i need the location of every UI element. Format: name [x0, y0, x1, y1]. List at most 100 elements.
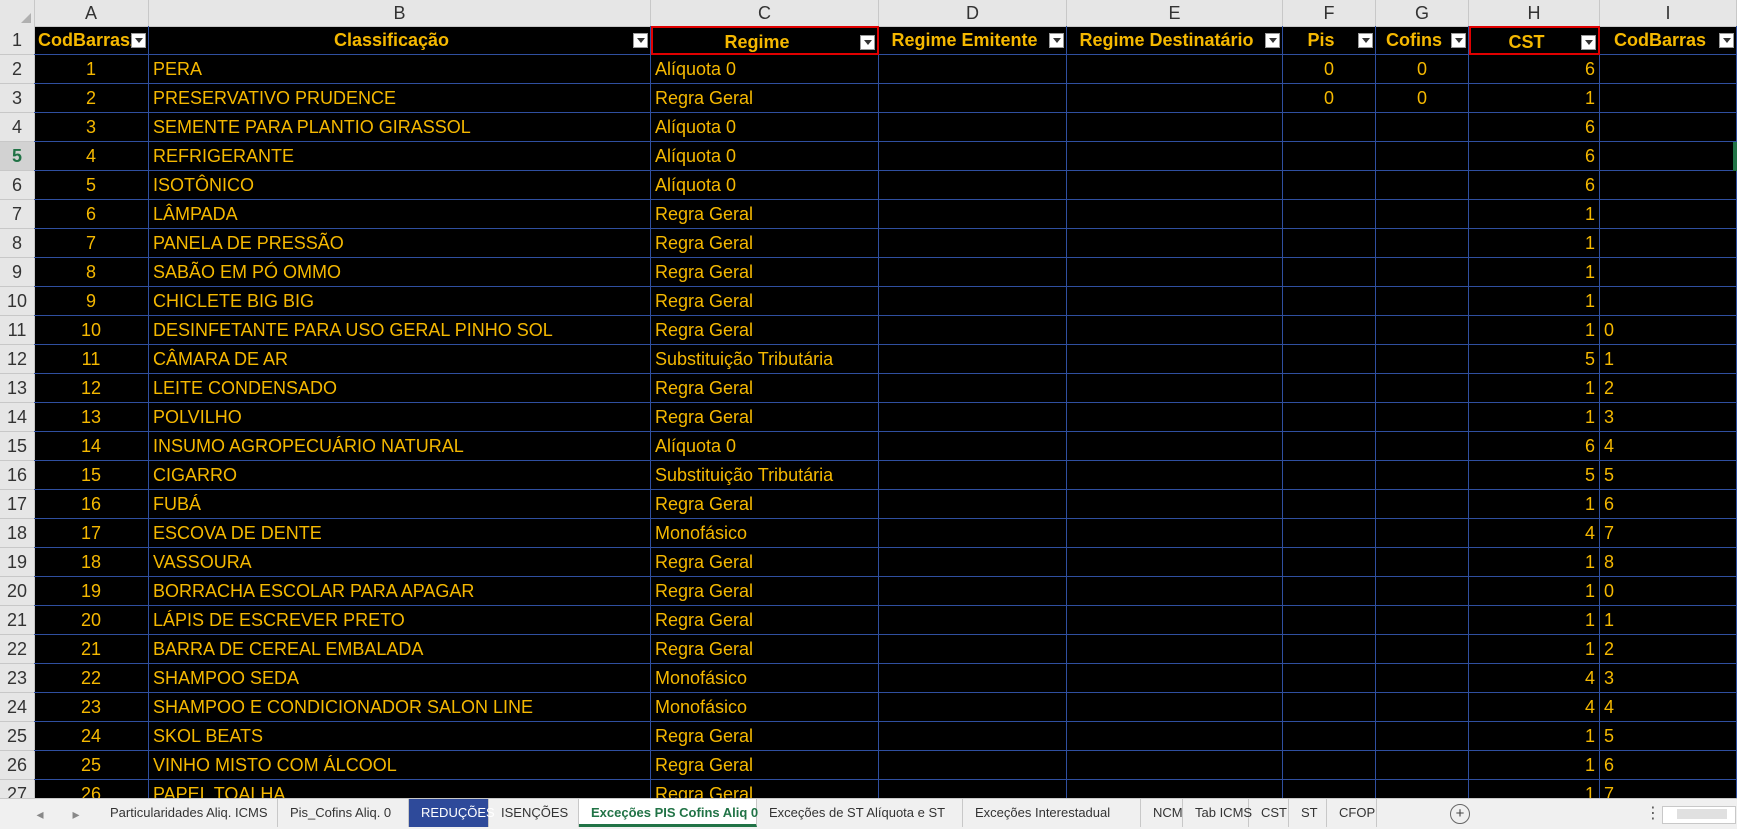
cell[interactable]	[1283, 693, 1376, 722]
cell[interactable]: 1	[1469, 751, 1600, 780]
cell[interactable]: 13	[34, 403, 149, 432]
cell[interactable]: 1	[1469, 258, 1600, 287]
cell[interactable]	[1376, 113, 1469, 142]
cell[interactable]: 12	[34, 374, 149, 403]
cell[interactable]: 4	[1600, 693, 1737, 722]
cell[interactable]	[1067, 258, 1283, 287]
cell[interactable]	[1376, 287, 1469, 316]
filter-dropdown-icon[interactable]	[1719, 33, 1734, 48]
cell[interactable]	[1067, 548, 1283, 577]
cell[interactable]: REFRIGERANTE	[149, 142, 651, 171]
cell[interactable]: Regra Geral	[651, 316, 879, 345]
cell[interactable]	[1376, 229, 1469, 258]
cell[interactable]: 6	[1469, 113, 1600, 142]
cell[interactable]	[1283, 229, 1376, 258]
filter-dropdown-icon[interactable]	[860, 35, 875, 50]
cell[interactable]	[1067, 606, 1283, 635]
cell[interactable]: Regra Geral	[651, 200, 879, 229]
cell[interactable]: 1	[1600, 606, 1737, 635]
cell[interactable]: ISOTÔNICO	[149, 171, 651, 200]
row-header-3[interactable]: 3	[0, 84, 34, 113]
row-header-7[interactable]: 7	[0, 200, 34, 229]
cell[interactable]: 25	[34, 751, 149, 780]
cell[interactable]: 24	[34, 722, 149, 751]
header-cell-f[interactable]: Pis	[1283, 26, 1376, 55]
cell[interactable]	[879, 461, 1067, 490]
cell[interactable]: CIGARRO	[149, 461, 651, 490]
cell[interactable]	[879, 229, 1067, 258]
cell[interactable]	[1283, 374, 1376, 403]
cell[interactable]	[879, 548, 1067, 577]
cell[interactable]: Substituição Tributária	[651, 345, 879, 374]
row-header-9[interactable]: 9	[0, 258, 34, 287]
cell[interactable]: 23	[34, 693, 149, 722]
row-header-4[interactable]: 4	[0, 113, 34, 142]
cell[interactable]: 11	[34, 345, 149, 374]
cell[interactable]: 4	[1600, 432, 1737, 461]
sheet-tab[interactable]: Pis_Cofins Aliq. 0	[278, 799, 409, 827]
cell[interactable]	[1376, 606, 1469, 635]
cell[interactable]: SEMENTE PARA PLANTIO GIRASSOL	[149, 113, 651, 142]
cell[interactable]: 6	[1469, 142, 1600, 171]
cell[interactable]	[879, 664, 1067, 693]
cell[interactable]	[1376, 316, 1469, 345]
cell[interactable]	[879, 113, 1067, 142]
cell[interactable]: SHAMPOO SEDA	[149, 664, 651, 693]
row-header-20[interactable]: 20	[0, 577, 34, 606]
header-cell-a[interactable]: CodBarras2	[34, 26, 149, 55]
triangle-right-icon[interactable]: ▸	[64, 799, 88, 829]
cell[interactable]: BORRACHA ESCOLAR PARA APAGAR	[149, 577, 651, 606]
cell[interactable]: Regra Geral	[651, 258, 879, 287]
cell[interactable]	[879, 345, 1067, 374]
cell[interactable]: 7	[1600, 519, 1737, 548]
header-cell-e[interactable]: Regime Destinatário	[1067, 26, 1283, 55]
cell[interactable]: 5	[1469, 345, 1600, 374]
cell[interactable]: 1	[34, 55, 149, 84]
cell[interactable]	[879, 171, 1067, 200]
cell[interactable]: 6	[1469, 55, 1600, 84]
filter-dropdown-icon[interactable]	[1581, 35, 1596, 50]
cell[interactable]: 7	[34, 229, 149, 258]
cell[interactable]: Regra Geral	[651, 548, 879, 577]
cell[interactable]: 1	[1469, 722, 1600, 751]
cell[interactable]	[1067, 55, 1283, 84]
cell[interactable]	[1283, 258, 1376, 287]
row-header-22[interactable]: 22	[0, 635, 34, 664]
sheet-tab[interactable]: Exceções Interestadual	[963, 799, 1141, 827]
cell[interactable]: 6	[1469, 432, 1600, 461]
cell[interactable]	[1283, 635, 1376, 664]
cell[interactable]: Regra Geral	[651, 751, 879, 780]
cell[interactable]	[1067, 171, 1283, 200]
sheet-tab[interactable]: Particularidades Aliq. ICMS	[98, 799, 278, 827]
cell[interactable]	[879, 635, 1067, 664]
filter-dropdown-icon[interactable]	[1265, 33, 1280, 48]
cell[interactable]: Alíquota 0	[651, 142, 879, 171]
cell[interactable]	[1376, 693, 1469, 722]
cell[interactable]: 0	[1283, 84, 1376, 113]
cell[interactable]: 18	[34, 548, 149, 577]
cell[interactable]: 5	[1469, 461, 1600, 490]
row-header-17[interactable]: 17	[0, 490, 34, 519]
spreadsheet-grid[interactable]: CodBarras2 Classificação Regime Regime Emit…	[34, 26, 1737, 798]
cell[interactable]	[1376, 200, 1469, 229]
cell[interactable]	[1376, 490, 1469, 519]
cell[interactable]	[879, 519, 1067, 548]
cell[interactable]	[879, 432, 1067, 461]
cell[interactable]: 8	[1600, 548, 1737, 577]
cell[interactable]	[1376, 577, 1469, 606]
cell[interactable]	[1600, 229, 1737, 258]
cell[interactable]: Regra Geral	[651, 287, 879, 316]
cell[interactable]	[879, 722, 1067, 751]
row-header-16[interactable]: 16	[0, 461, 34, 490]
column-header-b[interactable]: B	[149, 0, 651, 26]
cell[interactable]: 1	[1469, 229, 1600, 258]
cell[interactable]: Alíquota 0	[651, 55, 879, 84]
row-header-23[interactable]: 23	[0, 664, 34, 693]
cell[interactable]	[1067, 461, 1283, 490]
cell[interactable]: Regra Geral	[651, 403, 879, 432]
row-header-8[interactable]: 8	[0, 229, 34, 258]
cell[interactable]	[1283, 490, 1376, 519]
select-all-corner[interactable]	[0, 0, 35, 26]
row-header-12[interactable]: 12	[0, 345, 34, 374]
cell[interactable]: 16	[34, 490, 149, 519]
